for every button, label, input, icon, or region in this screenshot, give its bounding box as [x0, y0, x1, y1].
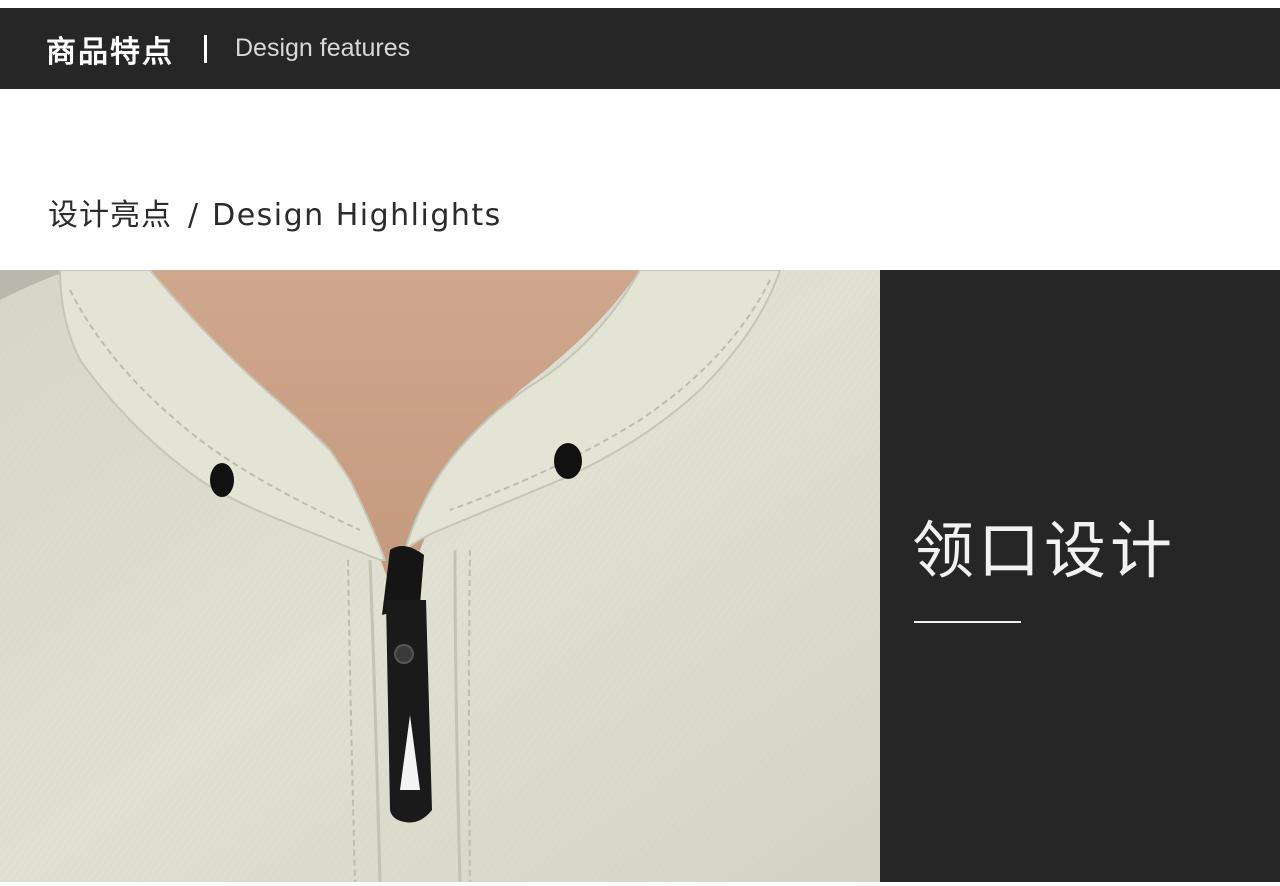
top-banner: 商品特点 Design features	[0, 8, 1280, 89]
section-title-zh: 设计亮点	[48, 198, 172, 233]
section-separator: /	[188, 198, 199, 233]
section-title-en: Design Highlights	[212, 198, 502, 233]
product-collar-photo	[0, 270, 880, 882]
banner-title: 商品特点	[46, 34, 174, 70]
banner-divider	[204, 34, 207, 63]
left-collar-button	[210, 463, 234, 497]
section-heading: 设计亮点 / Design Highlights	[48, 190, 502, 234]
feature-title: 领口设计	[912, 514, 1177, 587]
right-collar-button	[554, 443, 582, 479]
feature-panel: 领口设计	[880, 270, 1280, 882]
feature-divider	[914, 621, 1021, 623]
banner-subtitle: Design features	[235, 34, 411, 62]
